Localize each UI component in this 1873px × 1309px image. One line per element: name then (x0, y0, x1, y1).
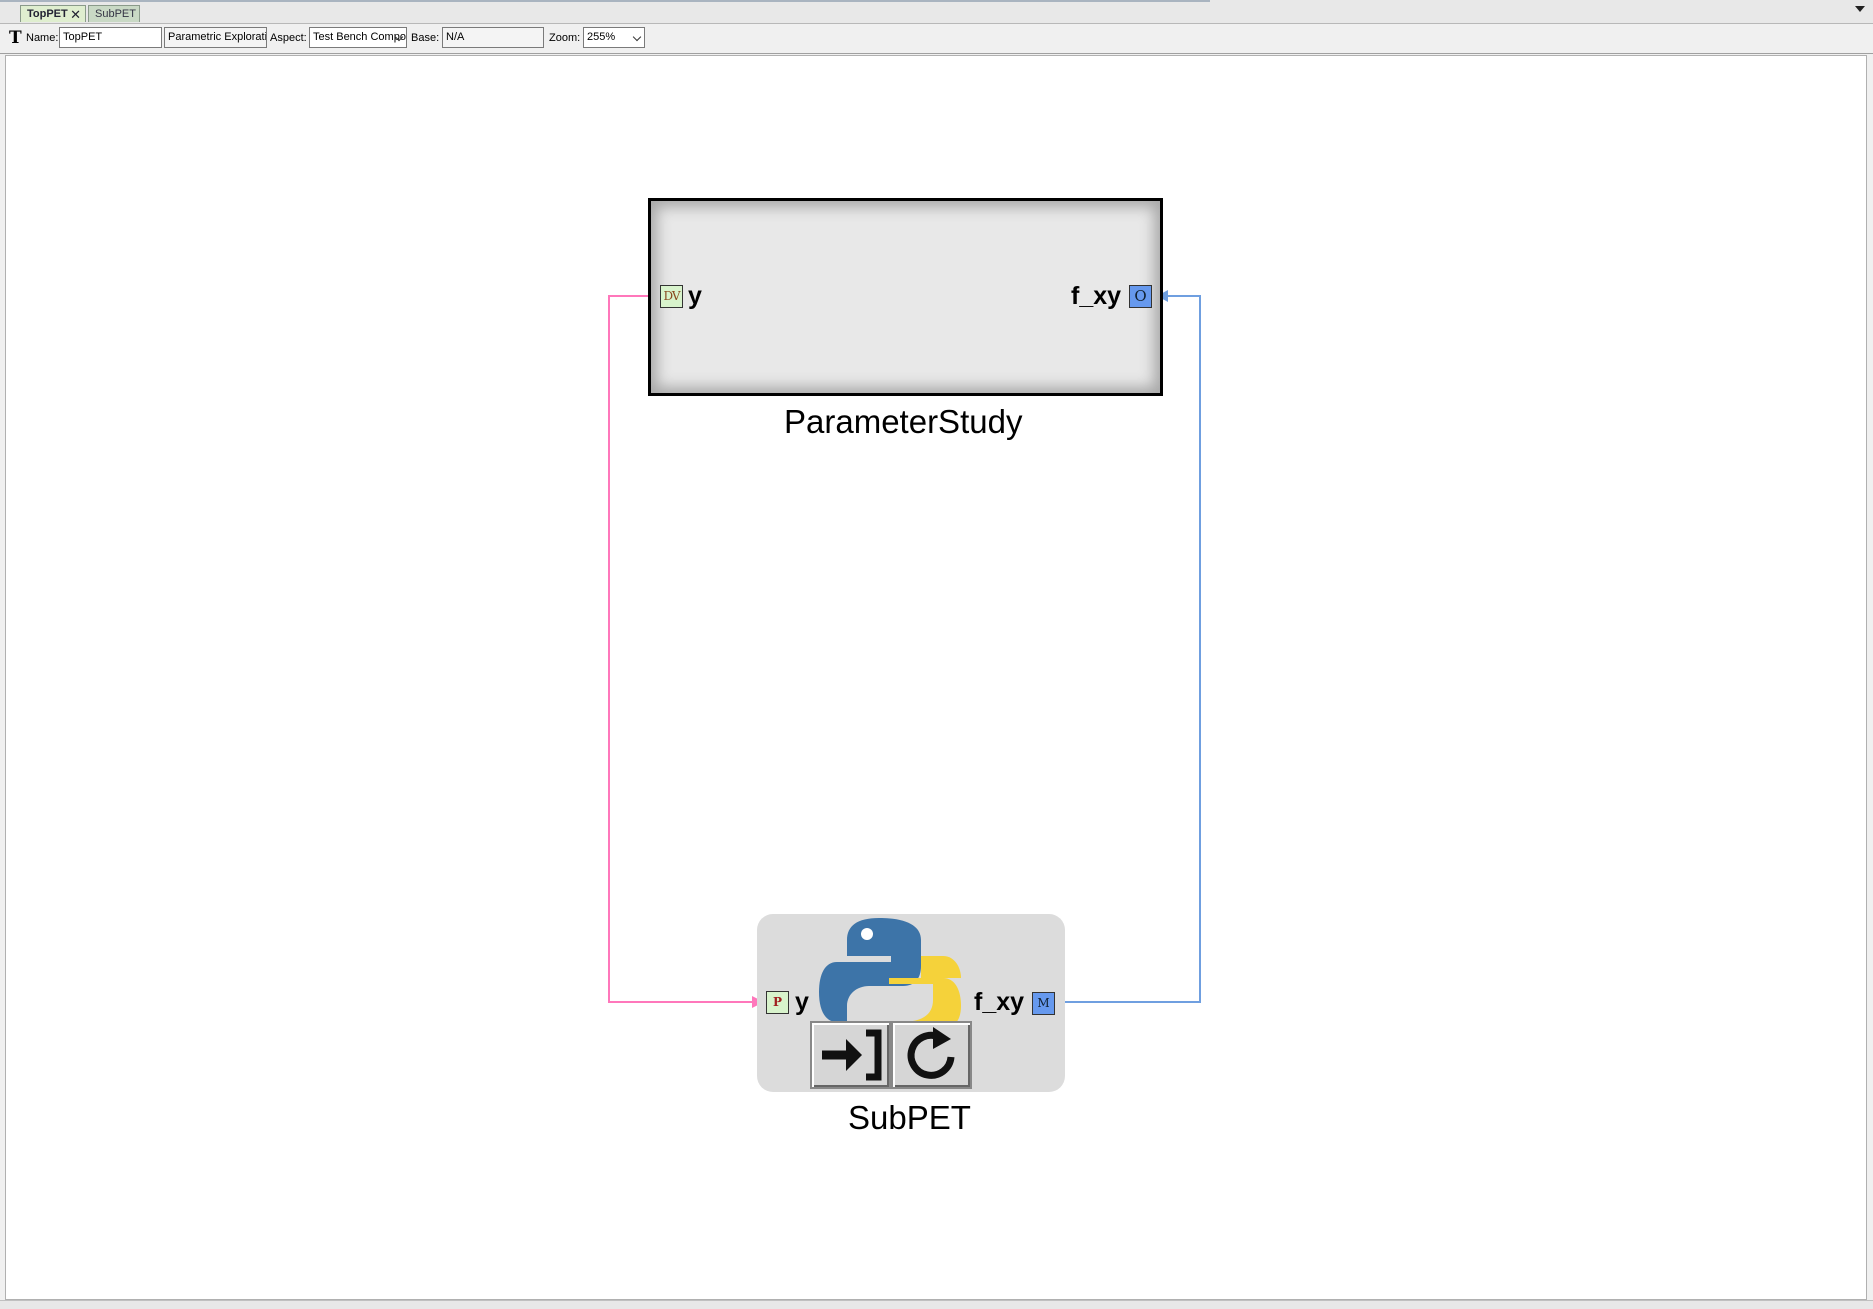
wire-y[interactable] (608, 295, 752, 1003)
dv-port-y[interactable]: DV (660, 285, 683, 308)
parameter-study-name: ParameterStudy (784, 403, 1023, 440)
objective-port-f-xy[interactable]: O (1129, 285, 1152, 308)
subpet-name: SubPET (848, 1099, 971, 1136)
parameter-port-y[interactable]: P (766, 991, 789, 1014)
port-label-f-xy: f_xy (1071, 282, 1122, 310)
wire-f-xy[interactable] (1056, 295, 1201, 1003)
refresh-subpet-button[interactable] (891, 1021, 972, 1089)
metric-port-f-xy[interactable]: M (1032, 992, 1055, 1015)
python-logo-icon (819, 918, 961, 1024)
port-label-f-xy: f_xy (974, 988, 1025, 1016)
port-label-y: y (795, 988, 809, 1016)
enter-icon (822, 1029, 882, 1081)
enter-subpet-button[interactable] (810, 1021, 891, 1089)
port-label-y: y (688, 282, 702, 310)
refresh-icon (907, 1027, 955, 1079)
